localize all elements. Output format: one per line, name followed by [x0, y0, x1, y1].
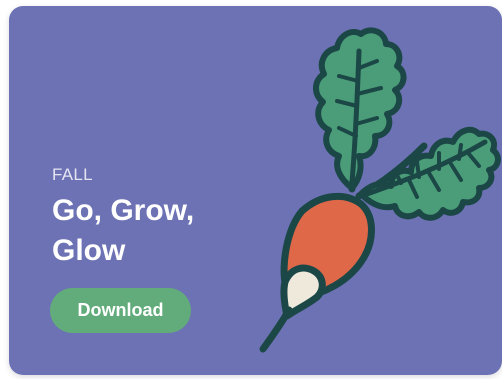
card-eyebrow: FALL — [52, 165, 93, 184]
promo-card: FALL Go, Grow, Glow Download — [9, 6, 502, 375]
download-button[interactable]: Download — [50, 288, 191, 333]
card-title: Go, Grow, Glow — [52, 194, 195, 267]
